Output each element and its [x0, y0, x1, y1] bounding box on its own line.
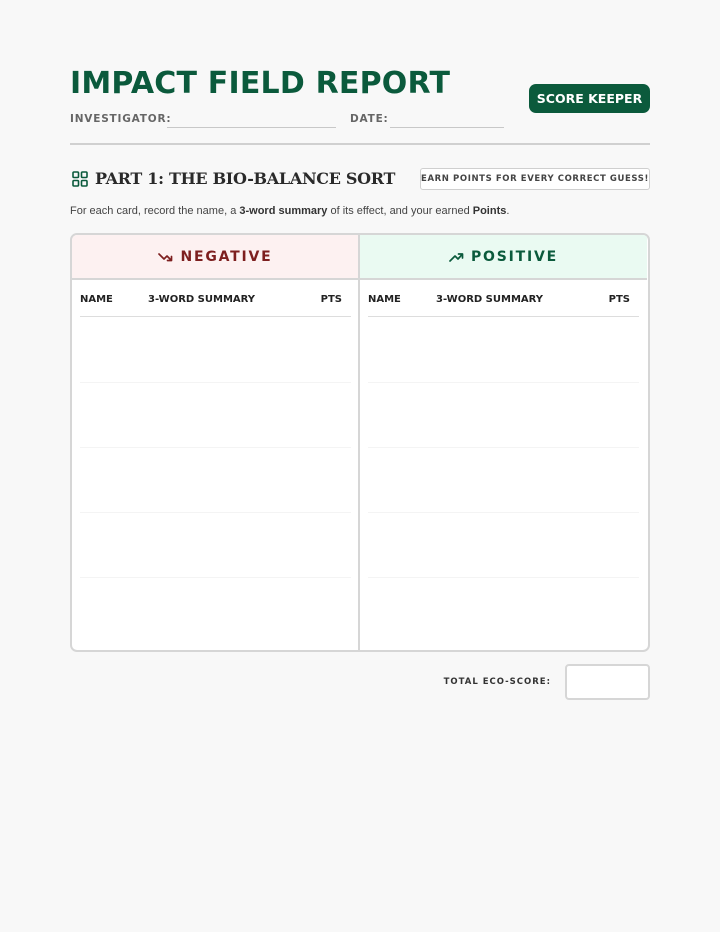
instructions-text-3: .: [506, 205, 510, 217]
score-keeper-button[interactable]: SCORE KEEPER: [529, 84, 650, 113]
negative-header: NEGATIVE: [72, 235, 359, 280]
table-row[interactable]: [80, 512, 351, 578]
total-eco-score: TOTAL ECO-SCORE:: [70, 664, 650, 700]
instructions-bold-2: Points: [472, 205, 507, 217]
trending-down-icon: [158, 252, 173, 261]
instructions-text-2: of its effect, and your earned: [327, 205, 473, 217]
negative-table-header: NAME 3-WORD SUMMARY PTS: [80, 280, 351, 317]
table-row[interactable]: [368, 512, 639, 578]
date-label: DATE:: [350, 113, 389, 125]
negative-column: NEGATIVE NAME 3-WORD SUMMARY PTS: [72, 235, 359, 650]
table-row[interactable]: [368, 382, 639, 448]
grid-icon: [72, 171, 88, 187]
date-field[interactable]: [390, 127, 504, 128]
instructions: For each card, record the name, a 3-word…: [70, 205, 509, 217]
table-row[interactable]: [368, 317, 639, 383]
column-points: PTS: [608, 294, 630, 305]
table-row[interactable]: [80, 577, 351, 642]
header-divider: [70, 143, 650, 145]
column-name: NAME: [80, 294, 113, 305]
table-row[interactable]: [80, 447, 351, 513]
report-title: IMPACT FIELD REPORT: [70, 66, 451, 101]
section-title: PART 1: THE BIO-BALANCE SORT: [95, 169, 396, 188]
table-row[interactable]: [80, 317, 351, 383]
trending-up-icon: [449, 252, 464, 262]
bio-balance-table: NEGATIVE NAME 3-WORD SUMMARY PTS POSITIV…: [70, 233, 650, 652]
table-row[interactable]: [368, 577, 639, 642]
positive-column: POSITIVE NAME 3-WORD SUMMARY PTS: [360, 235, 647, 650]
investigator-field[interactable]: [167, 127, 336, 128]
earn-points-badge: EARN POINTS FOR EVERY CORRECT GUESS!: [420, 168, 650, 190]
positive-header: POSITIVE: [360, 235, 647, 280]
investigator-label: INVESTIGATOR:: [70, 113, 172, 125]
report-meta: INVESTIGATOR: DATE:: [70, 112, 650, 130]
table-row[interactable]: [80, 382, 351, 448]
positive-table-header: NAME 3-WORD SUMMARY PTS: [368, 280, 639, 317]
instructions-text-1: For each card, record the name, a: [70, 205, 240, 217]
positive-label: POSITIVE: [470, 248, 558, 265]
section-header: PART 1: THE BIO-BALANCE SORT EARN POINTS…: [70, 168, 650, 192]
instructions-bold-1: 3-word summary: [239, 205, 328, 217]
table-row[interactable]: [368, 447, 639, 513]
column-name: NAME: [368, 294, 401, 305]
column-points: PTS: [320, 294, 342, 305]
column-summary: 3-WORD SUMMARY: [148, 294, 256, 305]
column-summary: 3-WORD SUMMARY: [436, 294, 544, 305]
total-eco-score-field[interactable]: [565, 664, 650, 700]
total-eco-score-label: TOTAL ECO-SCORE:: [443, 677, 551, 687]
negative-label: NEGATIVE: [180, 248, 273, 265]
